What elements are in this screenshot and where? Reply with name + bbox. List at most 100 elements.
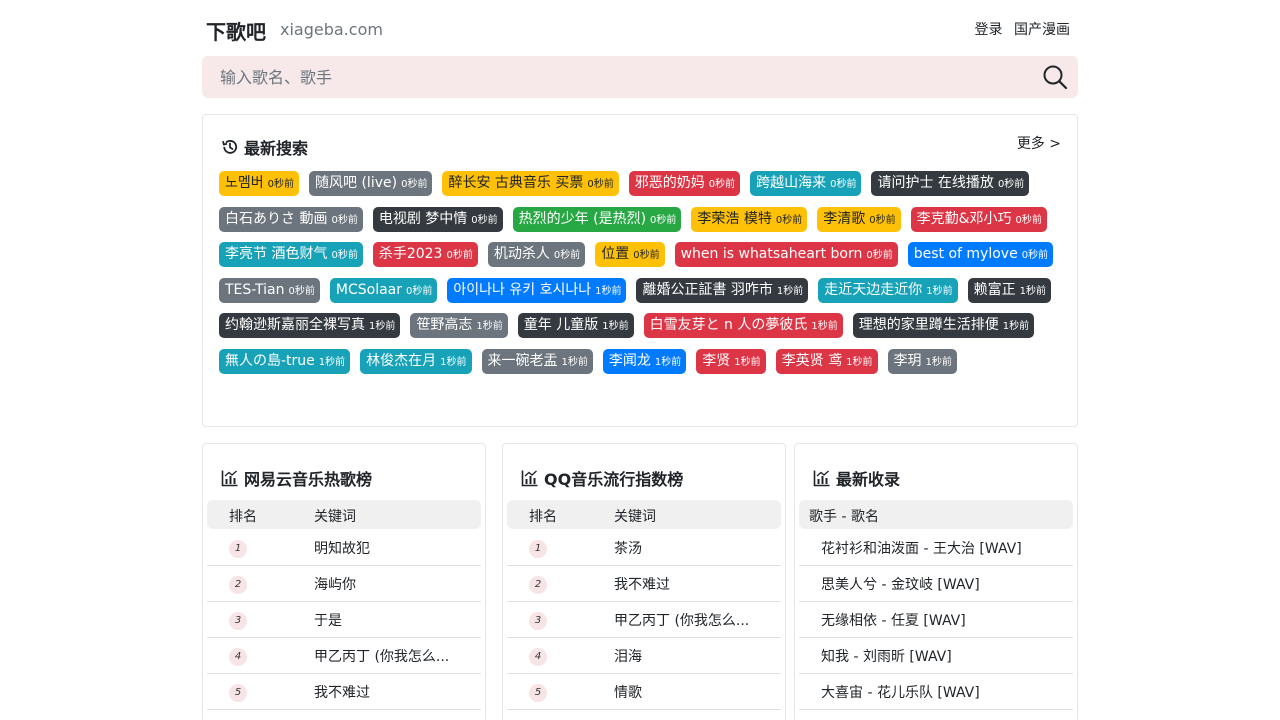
song-link[interactable]: 知我 - 刘雨昕 [WAV] [821, 646, 952, 666]
table-row[interactable]: 5 我不难过 [207, 674, 481, 710]
history-icon [222, 140, 238, 154]
search-tag[interactable]: 白雪友芽と n 人の夢彼氏 1秒前 [643, 313, 843, 338]
search-tag[interactable]: 李贤 1秒前 [696, 348, 766, 374]
search-tag[interactable]: 李荣浩 模特 0秒前 [691, 206, 808, 232]
search-tag[interactable]: 跨越山海来 0秒前 [750, 171, 862, 196]
song-link[interactable]: 花衬衫和油泼面 - 王大治 [WAV] [821, 538, 1022, 558]
table-row[interactable]: 无缘相依 - 任夏 [WAV] [799, 602, 1073, 638]
search-tag[interactable]: 随风吧 (live) 0秒前 [309, 171, 433, 196]
search-input[interactable] [202, 56, 1022, 98]
search-tag-text: 热烈的少年 (是热烈) [518, 210, 647, 227]
search-tag[interactable]: MCSolaar 0秒前 [329, 277, 438, 303]
search-tag[interactable]: 醉长安 古典音乐 买票 0秒前 [442, 171, 619, 196]
search-tag-text: 童年 儿童版 [523, 317, 599, 333]
search-tag-time: 0秒前 [866, 250, 893, 261]
search-tag[interactable]: 赖富正 1秒前 [967, 277, 1052, 303]
keyword-link[interactable]: 泪海 [614, 646, 764, 666]
table-row[interactable]: 4 泪海 [507, 638, 781, 674]
table-row[interactable]: 花衬衫和油泼面 - 王大治 [WAV] [799, 530, 1073, 566]
search-tag-text: 位置 [601, 246, 630, 262]
song-link[interactable]: 无缘相依 - 任夏 [WAV] [821, 610, 966, 630]
search-tag[interactable]: 来一碗老盂 1秒前 [481, 348, 593, 374]
table-row[interactable]: 大喜宙 - 花儿乐队 [WAV] [799, 674, 1073, 710]
table-row[interactable]: 2 海屿你 [207, 566, 481, 602]
latest-card: 最新收录 歌手 - 歌名 花衬衫和油泼面 - 王大治 [WAV] 思美人兮 - 金… [794, 443, 1078, 720]
search-icon[interactable] [1042, 64, 1068, 90]
search-tag-text: TES-Tian [225, 281, 285, 298]
qq-table-header: 排名 关键词 [507, 500, 781, 529]
search-tag[interactable]: 走近天边走近你 1秒前 [818, 277, 958, 303]
table-row[interactable]: 5 情歌 [507, 674, 781, 710]
rank-number: 5 [229, 684, 247, 702]
table-row[interactable]: 3 于是 [207, 602, 481, 638]
site-logo[interactable]: 下歌吧 [206, 16, 266, 45]
keyword-link[interactable]: 于是 [314, 610, 464, 630]
search-tag[interactable]: 노멤버 0秒前 [219, 171, 300, 196]
login-link[interactable]: 登录 [975, 22, 1003, 38]
rank-number: 3 [529, 612, 547, 630]
search-tag[interactable]: 约翰逊斯嘉丽全裸写真 1秒前 [219, 313, 401, 338]
search-tag[interactable]: 杀手2023 0秒前 [372, 242, 478, 267]
search-tag[interactable]: 机动杀人 0秒前 [487, 242, 586, 267]
comics-link[interactable]: 国产漫画 [1014, 22, 1070, 38]
keyword-link[interactable]: 甲乙丙丁 (你我怎么... [314, 646, 464, 666]
search-tag-time: 0秒前 [406, 285, 433, 297]
keyword-link[interactable]: 茶汤 [614, 538, 764, 558]
search-tag[interactable]: 热烈的少年 (是热烈) 0秒前 [512, 206, 682, 232]
chart-icon [221, 470, 238, 487]
table-row[interactable]: 3 甲乙丙丁 (你我怎么... [507, 602, 781, 638]
search-tag[interactable]: 無人の島-true 1秒前 [219, 348, 351, 374]
search-tag[interactable]: 李亮节 酒色财气 0秒前 [219, 242, 363, 267]
search-tag-text: 随风吧 (live) [315, 175, 398, 191]
keyword-link[interactable]: 我不难过 [614, 574, 764, 594]
search-tag[interactable]: 林俊杰在月 1秒前 [360, 348, 472, 374]
search-tag[interactable]: 童年 儿童版 1秒前 [517, 313, 634, 338]
keyword-link[interactable]: 明知故犯 [314, 538, 464, 558]
search-tag[interactable]: 아이나나 유키 호시나나 1秒前 [447, 277, 627, 303]
search-tag[interactable]: 电视剧 梦中情 0秒前 [372, 206, 503, 232]
search-tag[interactable]: 離婚公正証書 羽咋市 1秒前 [636, 277, 809, 303]
table-row[interactable]: 2 我不难过 [507, 566, 781, 602]
song-link[interactable]: 思美人兮 - 金玟岐 [WAV] [821, 574, 980, 594]
more-link[interactable]: 更多 > [1017, 133, 1061, 153]
keyword-link[interactable]: 甲乙丙丁 (你我怎么... [614, 610, 764, 630]
table-row[interactable]: 知我 - 刘雨昕 [WAV] [799, 638, 1073, 674]
table-row[interactable]: 思美人兮 - 金玟岐 [WAV] [799, 566, 1073, 602]
search-tag[interactable]: 笹野高志 1秒前 [410, 313, 508, 338]
keyword-column-header: 关键词 [614, 509, 656, 525]
rank-column-header: 排名 [529, 509, 557, 525]
search-tag[interactable]: best of mylove 0秒前 [907, 242, 1054, 267]
table-row[interactable]: 1 茶汤 [507, 530, 781, 566]
search-tag-time: 1秒前 [776, 285, 804, 297]
search-tag[interactable]: 白石ありさ 動画 0秒前 [219, 206, 363, 232]
search-tag-text: 白雪友芽と n 人の夢彼氏 [649, 317, 808, 333]
search-tag-time: 0秒前 [997, 179, 1025, 190]
search-tag-time: 1秒前 [318, 356, 346, 368]
search-tag[interactable]: 邪恶的奶妈 0秒前 [628, 171, 741, 196]
search-tag[interactable]: 李克勤&邓小巧 0秒前 [910, 206, 1047, 232]
latest-rows: 花衬衫和油泼面 - 王大治 [WAV] 思美人兮 - 金玟岐 [WAV] 无缘相依 … [799, 530, 1073, 710]
song-link[interactable]: 大喜宙 - 花儿乐队 [WAV] [821, 682, 980, 702]
keyword-link[interactable]: 我不难过 [314, 682, 464, 702]
search-tag[interactable]: 李英贤 鸢 1秒前 [775, 348, 878, 374]
search-tag[interactable]: 请问护士 在线播放 0秒前 [871, 171, 1030, 196]
search-tag[interactable]: 李清歌 0秒前 [817, 206, 901, 232]
search-tag-time: 0秒前 [553, 250, 581, 261]
search-tag[interactable]: 理想的家里蹲生活排便 1秒前 [852, 313, 1035, 338]
search-tag[interactable]: when is whatsaheart born 0秒前 [674, 242, 898, 267]
search-tag[interactable]: TES-Tian 0秒前 [219, 277, 320, 303]
search-tag-text: 电视剧 梦中情 [378, 210, 468, 227]
search-tag[interactable]: 位置 0秒前 [595, 242, 665, 267]
search-tag[interactable]: 李玥 1秒前 [887, 348, 957, 374]
table-row[interactable]: 4 甲乙丙丁 (你我怎么... [207, 638, 481, 674]
search-tag-text: 林俊杰在月 [366, 352, 437, 369]
keyword-link[interactable]: 情歌 [614, 682, 764, 702]
search-tag-time: 0秒前 [401, 179, 428, 190]
artist-song-column-header: 歌手 - 歌名 [809, 509, 879, 525]
netease-rows: 1 明知故犯 2 海屿你 3 于是 4 甲乙丙丁 (你我怎么... 5 我不难过 [207, 530, 481, 710]
search-tag[interactable]: 李闻龙 1秒前 [602, 348, 687, 374]
keyword-link[interactable]: 海屿你 [314, 574, 464, 594]
table-row[interactable]: 1 明知故犯 [207, 530, 481, 566]
search-tag-time: 1秒前 [1002, 321, 1030, 332]
search-tag-time: 0秒前 [288, 285, 315, 297]
